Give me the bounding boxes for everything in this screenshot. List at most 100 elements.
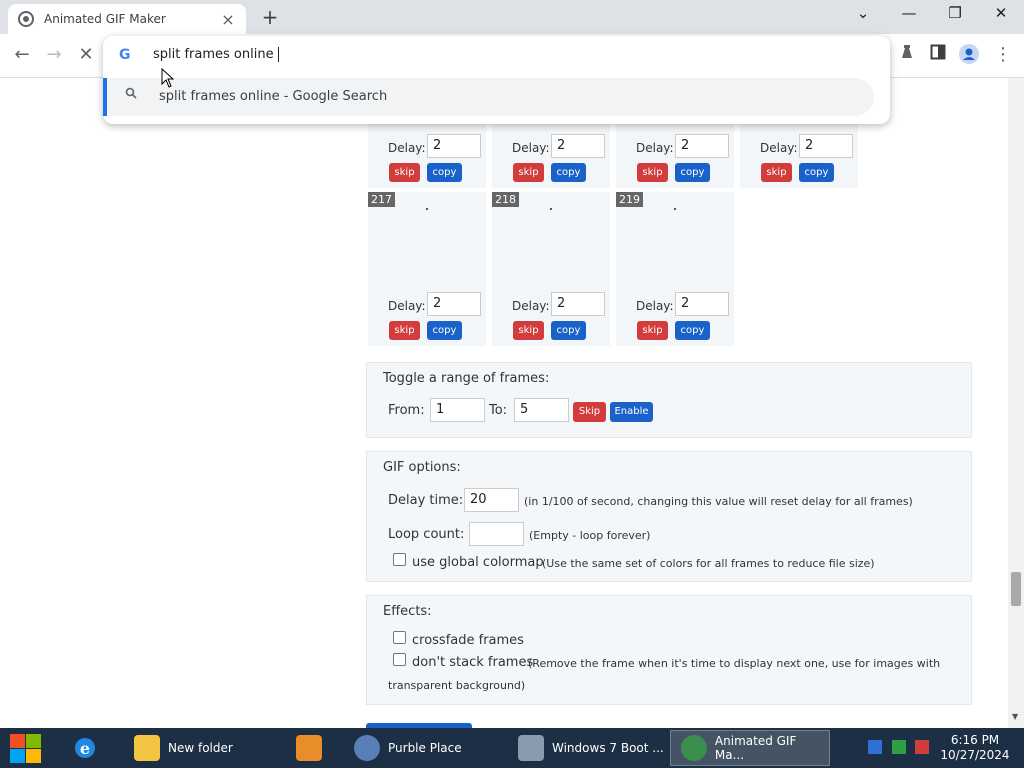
skip-button[interactable]: skip xyxy=(389,321,420,340)
delay-label: Delay: xyxy=(636,299,674,313)
loop-count-input[interactable] xyxy=(469,522,524,546)
loading-favicon-icon xyxy=(18,11,34,27)
skip-button[interactable]: skip xyxy=(513,163,544,182)
media-player-pin[interactable] xyxy=(286,730,338,766)
svg-text:e: e xyxy=(80,739,90,758)
forward-button[interactable]: → xyxy=(42,44,66,65)
folder-icon xyxy=(134,735,160,761)
delay-time-input[interactable]: 20 xyxy=(464,488,519,512)
menu-kebab-icon[interactable]: ⋮ xyxy=(992,44,1014,65)
global-colormap-checkbox[interactable] xyxy=(393,553,406,566)
taskbar-item-label: Windows 7 Boot ... xyxy=(552,741,664,755)
tab-strip: Animated GIF Maker × + ⌄ — ❐ ✕ xyxy=(0,0,1024,34)
tab-search-icon[interactable]: ⌄ xyxy=(848,4,878,22)
copy-button[interactable]: copy xyxy=(675,321,710,340)
action-center-flag-icon[interactable] xyxy=(868,740,882,754)
skip-button[interactable]: skip xyxy=(389,163,420,182)
delay-input[interactable]: 2 xyxy=(427,292,481,316)
app-icon xyxy=(518,735,544,761)
effects-title: Effects: xyxy=(383,604,432,619)
clock-date: 10/27/2024 xyxy=(940,748,1010,762)
frame-thumbnail xyxy=(674,208,676,210)
taskbar-purble-place[interactable]: Purble Place xyxy=(344,730,504,766)
clock-time: 6:16 PM xyxy=(950,733,1000,747)
volume-muted-icon[interactable] xyxy=(915,740,929,754)
skip-button[interactable]: skip xyxy=(761,163,792,182)
purble-place-icon xyxy=(354,735,380,761)
delay-time-label: Delay time: xyxy=(388,493,464,508)
side-panel-icon[interactable] xyxy=(927,44,949,64)
frame-number: 219 xyxy=(616,192,643,207)
suggestion-text: split frames online - Google Search xyxy=(159,89,388,104)
frame-thumbnail xyxy=(550,208,552,210)
dont-stack-note: (Remove the frame when it's time to disp… xyxy=(528,657,941,670)
delay-label: Delay: xyxy=(760,141,798,155)
copy-button[interactable]: copy xyxy=(427,321,462,340)
dont-stack-label: don't stack frames xyxy=(412,655,534,670)
stop-loading-button[interactable]: ✕ xyxy=(74,44,98,65)
delay-input[interactable]: 2 xyxy=(799,134,853,158)
copy-button[interactable]: copy xyxy=(551,163,586,182)
google-g-icon: G xyxy=(119,47,131,63)
dont-stack-checkbox[interactable] xyxy=(393,653,406,666)
minimize-button[interactable]: — xyxy=(894,4,924,22)
taskbar-animated-gif-maker[interactable]: Animated GIF Ma... xyxy=(670,730,830,766)
search-icon xyxy=(125,87,137,103)
omnibox-text: split frames online xyxy=(153,47,274,62)
windows-logo-icon xyxy=(10,734,25,748)
profile-avatar-icon[interactable] xyxy=(958,44,980,68)
internet-explorer-pin[interactable]: e xyxy=(62,730,120,766)
global-colormap-label: use global colormap xyxy=(412,555,544,570)
tab-title: Animated GIF Maker xyxy=(44,12,166,26)
delay-input[interactable]: 2 xyxy=(551,134,605,158)
toggle-range-title: Toggle a range of frames: xyxy=(383,371,550,386)
delay-input[interactable]: 2 xyxy=(675,292,729,316)
frame-card: 218 Delay: 2 skip copy xyxy=(492,192,610,346)
start-button[interactable] xyxy=(8,732,42,764)
delay-input[interactable]: 2 xyxy=(551,292,605,316)
effects-panel: Effects: crossfade frames don't stack fr… xyxy=(366,595,972,705)
skip-button[interactable]: skip xyxy=(637,163,668,182)
omnibox-input[interactable]: split frames online xyxy=(153,47,279,62)
omnibox-dropdown[interactable]: G split frames online split frames onlin… xyxy=(103,36,890,124)
taskbar-new-folder[interactable]: New folder xyxy=(124,730,280,766)
page-content: Delay: 2 skip copy Delay: 2 skip copy De… xyxy=(0,78,1008,728)
delay-label: Delay: xyxy=(388,299,426,313)
delay-input[interactable]: 2 xyxy=(427,134,481,158)
network-icon[interactable] xyxy=(892,740,906,754)
scrollbar-thumb[interactable] xyxy=(1011,572,1021,606)
frame-number: 217 xyxy=(368,192,395,207)
windows-logo-quadrant xyxy=(26,734,41,748)
frame-thumbnail xyxy=(426,208,428,210)
new-tab-button[interactable]: + xyxy=(258,5,282,29)
delay-label: Delay: xyxy=(512,299,550,313)
back-button[interactable]: ← xyxy=(10,44,34,65)
taskbar-item-label: New folder xyxy=(168,741,233,755)
restore-button[interactable]: ❐ xyxy=(940,4,970,22)
windows-logo-quadrant xyxy=(10,749,25,763)
copy-button[interactable]: copy xyxy=(799,163,834,182)
range-skip-button[interactable]: Skip xyxy=(573,402,606,422)
taskbar-windows-7-boot[interactable]: Windows 7 Boot ... xyxy=(508,730,666,766)
page-scrollbar[interactable]: ▼ xyxy=(1008,78,1024,728)
extensions-icon[interactable] xyxy=(896,44,918,64)
tab-close-icon[interactable]: × xyxy=(220,10,236,29)
system-clock[interactable]: 6:16 PM 10/27/2024 xyxy=(938,733,1012,763)
copy-button[interactable]: copy xyxy=(551,321,586,340)
skip-button[interactable]: skip xyxy=(637,321,668,340)
skip-button[interactable]: skip xyxy=(513,321,544,340)
copy-button[interactable]: copy xyxy=(675,163,710,182)
copy-button[interactable]: copy xyxy=(427,163,462,182)
range-enable-button[interactable]: Enable xyxy=(610,402,653,422)
tab-animated-gif-maker[interactable]: Animated GIF Maker × xyxy=(8,4,246,34)
crossfade-checkbox[interactable] xyxy=(393,631,406,644)
delay-time-note: (in 1/100 of second, changing this value… xyxy=(524,495,913,508)
text-caret xyxy=(277,47,279,62)
delay-input[interactable]: 2 xyxy=(675,134,729,158)
close-window-button[interactable]: ✕ xyxy=(986,4,1016,22)
from-input[interactable]: 1 xyxy=(430,398,485,422)
to-input[interactable]: 5 xyxy=(514,398,569,422)
scroll-down-icon[interactable]: ▼ xyxy=(1012,712,1018,721)
search-suggestion[interactable]: split frames online - Google Search xyxy=(103,78,874,116)
internet-explorer-icon: e xyxy=(75,738,95,758)
